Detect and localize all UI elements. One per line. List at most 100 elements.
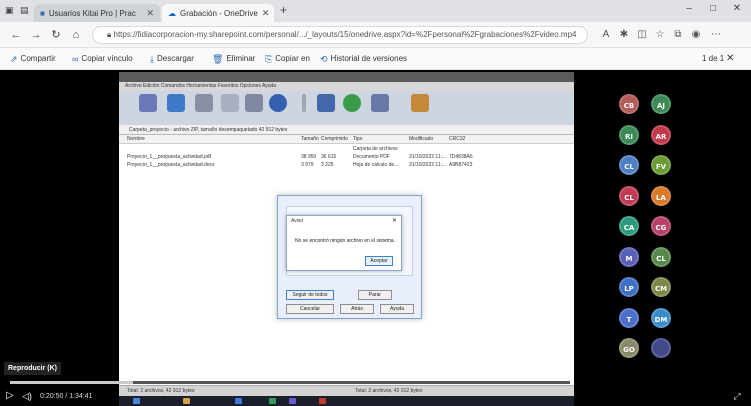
participant-avatar: CM <box>651 277 671 297</box>
file-packed: 3 225 <box>321 162 334 168</box>
read-aloud-icon[interactable]: A <box>598 27 614 43</box>
participant-avatar <box>651 338 671 358</box>
close-window-button[interactable]: ✕ <box>726 3 748 19</box>
version-history-button[interactable]: ⟲ Historial de versiones <box>320 52 407 66</box>
browser-tab-bar: ▣ ▤ ■ Usuarios Kitai Pro | Prac ✕ ☁ Grab… <box>0 0 751 22</box>
tool-test <box>193 94 215 122</box>
dialog-title: Aviso <box>291 218 304 224</box>
participant-avatar: FV <box>651 155 671 175</box>
file-name: Proyecto_1__propuesta_actividad.docx <box>127 162 215 168</box>
download-button[interactable]: ⤓ Descargar <box>150 52 194 66</box>
info-icon <box>317 94 335 112</box>
delete-button[interactable]: 🗑︎ Eliminar <box>212 52 255 66</box>
collections-icon[interactable]: ⧉ <box>670 27 686 43</box>
split-view-icon[interactable]: ◫ <box>634 27 650 43</box>
tab-close-icon[interactable]: ✕ <box>146 8 154 19</box>
wand-icon <box>302 94 306 112</box>
minimize-button[interactable]: – <box>678 3 700 19</box>
window-menu-icon[interactable]: ▣ <box>5 5 14 16</box>
tab-usuarios[interactable]: ■ Usuarios Kitai Pro | Prac ✕ <box>34 4 160 22</box>
participant-avatar: AR <box>651 124 671 145</box>
participant-avatar: CB <box>619 94 639 114</box>
copy-to-button[interactable]: ⎘ Copiar en <box>265 52 310 66</box>
volume-icon[interactable]: ◁) <box>22 390 34 402</box>
status-right: Total: 2 archivos, 42 912 bytes <box>355 388 423 394</box>
tab-actions-icon[interactable]: ▤ <box>20 5 29 16</box>
col-size: Tamaño <box>301 136 319 142</box>
file-size: 3 979 <box>301 162 314 168</box>
col-name: Nombre <box>127 136 145 142</box>
participant-avatar: LP <box>619 277 639 297</box>
fullscreen-icon[interactable]: ⤢ <box>730 390 744 402</box>
presenter-label: Reproducir (K) <box>4 362 61 375</box>
new-tab-button[interactable]: + <box>280 3 287 17</box>
col-type: Tipo <box>353 136 363 142</box>
back-button[interactable]: Atrás <box>340 304 374 314</box>
play-icon[interactable]: ▷ <box>6 390 18 402</box>
cancel-button[interactable]: Cancelar <box>286 304 334 314</box>
tool-sfx <box>409 94 431 122</box>
file-type: Hoja de cálculo de... <box>353 162 399 168</box>
shared-status-bar: Total: 2 archivos, 42 912 bytes Total: 2… <box>119 385 574 396</box>
file-modified: 31/10/2022 11:... <box>409 154 447 160</box>
sfx-icon <box>411 94 429 112</box>
parent-type: Carpeta de archivos <box>353 146 398 152</box>
forward-icon[interactable]: → <box>28 27 44 43</box>
copy-link-label: Copiar vínculo <box>81 54 133 63</box>
tab-favicon-icon: ■ <box>40 8 45 18</box>
tool-view <box>219 94 241 122</box>
copy-link-button[interactable]: ∞ Copiar vínculo <box>72 52 133 66</box>
maximize-button[interactable]: □ <box>702 3 724 19</box>
app-icon <box>319 398 326 404</box>
tab-label: Grabación - OneDrive <box>180 8 258 18</box>
word-icon <box>235 398 242 404</box>
stop-button[interactable]: Parar <box>358 290 392 300</box>
participant-avatar: M <box>619 246 639 267</box>
tool-wizard <box>293 94 315 122</box>
url-text: https://fidiacorporacion-my.sharepoint.c… <box>113 30 577 39</box>
comment-icon <box>371 94 389 112</box>
shared-toolbar <box>119 91 574 125</box>
participant-avatar: AJ <box>651 94 671 114</box>
dialog-ok-button[interactable]: Aceptar <box>365 256 393 266</box>
help-button[interactable]: Ayuda <box>380 304 414 314</box>
participant-avatar: CA <box>619 216 639 236</box>
extension-icon[interactable]: ✱ <box>616 27 632 43</box>
tab-close-icon[interactable]: ✕ <box>262 8 270 19</box>
warning-dialog: Aviso ✕ No se encontró ningún archivo en… <box>286 215 402 271</box>
share-button[interactable]: ⇗ Compartir <box>10 52 56 66</box>
back-icon[interactable]: ← <box>8 27 24 43</box>
close-viewer-button[interactable]: ✕ <box>726 52 734 66</box>
participant-avatar: CL <box>619 185 639 206</box>
share-label: Compartir <box>20 54 56 63</box>
participant-avatar: CL <box>619 155 639 175</box>
delete-label: Eliminar <box>226 54 256 63</box>
excel-icon <box>269 398 276 404</box>
start-icon <box>133 398 140 404</box>
tool-add <box>137 94 159 122</box>
command-bar: ⇗ Compartir ∞ Copiar vínculo ⤓ Descargar… <box>0 48 751 70</box>
tool-extract <box>165 94 187 122</box>
home-icon[interactable]: ⌂ <box>68 27 84 43</box>
lock-icon: 🔒︎ <box>107 30 112 39</box>
copy-icon: ⎘ <box>265 54 273 64</box>
tool-delete <box>243 94 265 122</box>
shared-taskbar <box>119 396 574 406</box>
tool-comment <box>369 94 391 122</box>
view-icon <box>221 94 239 112</box>
time-readout: 0:20:50 / 1:34:41 <box>40 393 93 400</box>
favorite-star-icon[interactable]: ☆ <box>652 27 668 43</box>
progress-fill <box>10 381 134 384</box>
url-bar[interactable]: 🔒︎ https://fidiacorporacion-my.sharepoin… <box>92 26 588 44</box>
continue-all-button[interactable]: Seguir de todos <box>286 290 334 300</box>
col-crc: CRC32 <box>449 136 466 142</box>
more-menu-icon[interactable]: ⋯ <box>708 27 724 43</box>
refresh-icon[interactable]: ↻ <box>48 27 64 43</box>
test-icon <box>195 94 213 112</box>
share-icon: ⇗ <box>10 54 18 64</box>
onedrive-cloud-icon: ☁ <box>168 8 176 18</box>
tab-onedrive[interactable]: ☁ Grabación - OneDrive ✕ <box>162 4 274 22</box>
profile-icon[interactable]: ◉ <box>688 27 704 43</box>
participant-avatar: CG <box>651 216 671 236</box>
dialog-close-icon[interactable]: ✕ <box>392 217 397 224</box>
